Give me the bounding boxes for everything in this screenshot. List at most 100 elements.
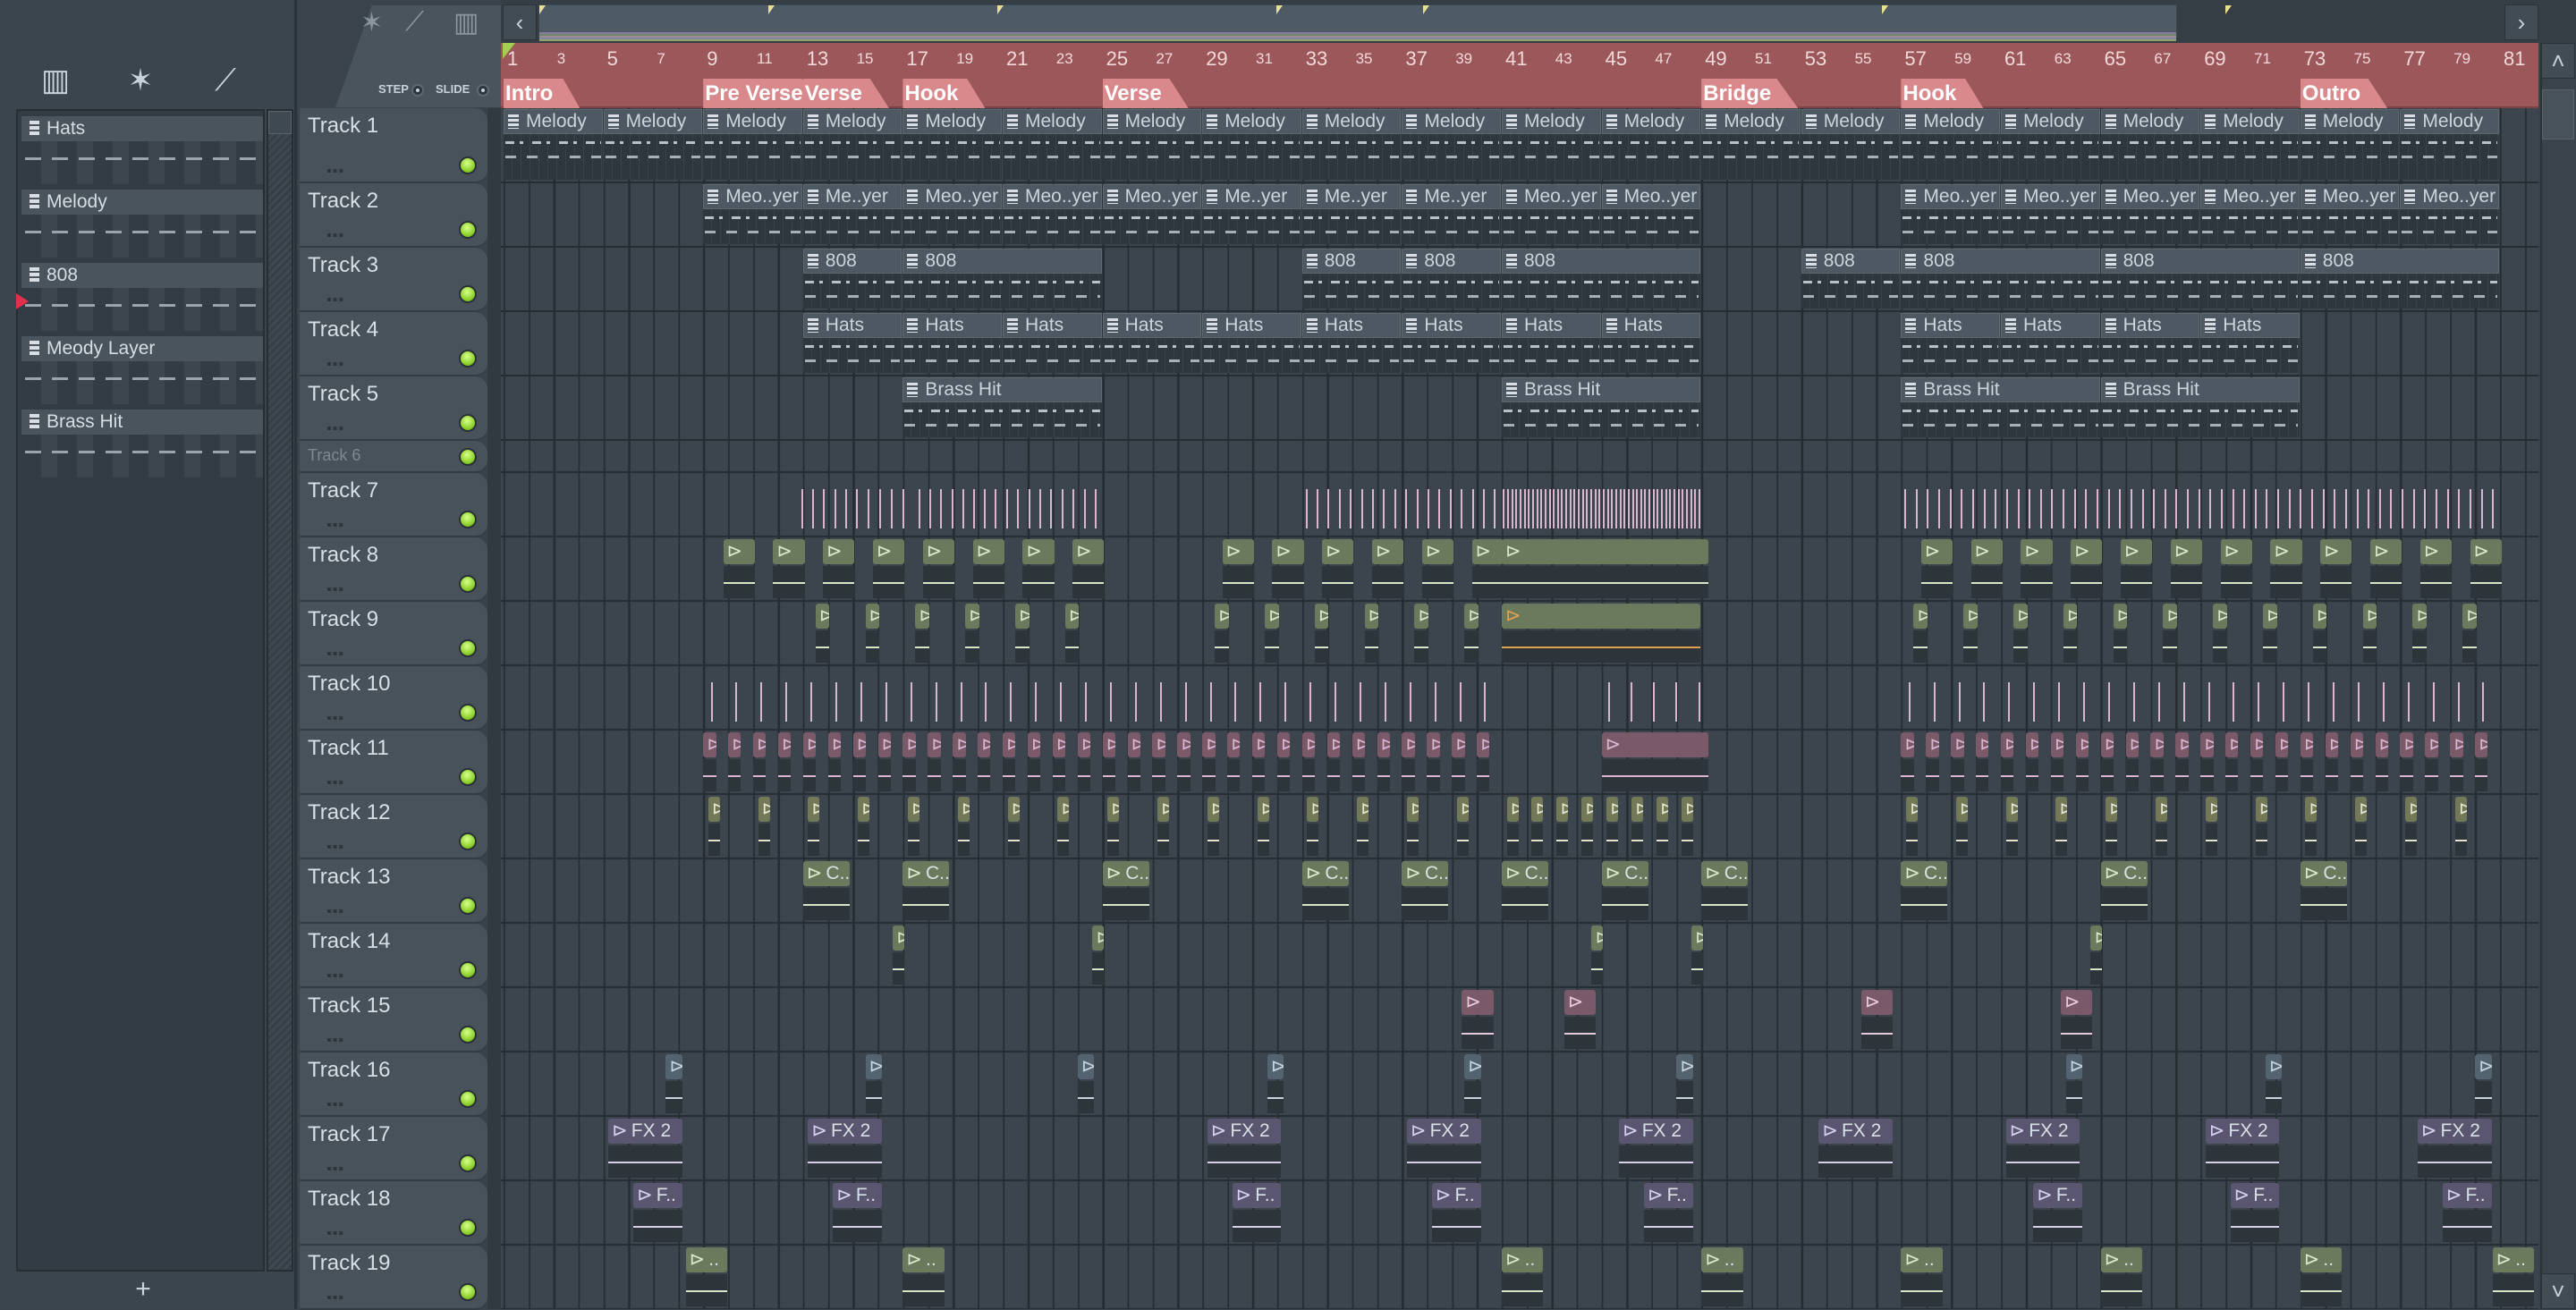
track-options-icon[interactable]: ▪▪▪ xyxy=(326,711,344,727)
audio-clip[interactable]: ⊳ xyxy=(1057,797,1070,858)
audio-clip[interactable]: ⊳ xyxy=(2025,732,2039,793)
audio-clip[interactable]: ⊳ xyxy=(1127,732,1140,793)
pattern-clip[interactable]: Melody xyxy=(1502,109,1601,182)
audio-clip[interactable]: ⊳ xyxy=(2300,732,2314,793)
track-name[interactable]: Track 6 xyxy=(308,446,360,465)
track-mute-led[interactable] xyxy=(459,221,477,239)
audio-clip[interactable]: ⊳ xyxy=(2369,539,2402,600)
audio-clip[interactable]: ⊳ FX 2 xyxy=(1818,1119,1894,1179)
section-marker[interactable]: Bridge xyxy=(1701,79,1799,108)
audio-clip[interactable]: ⊳ xyxy=(708,797,720,858)
track-name[interactable]: Track 5 xyxy=(308,382,378,407)
vertical-scrollbar[interactable] xyxy=(2540,43,2576,1309)
audio-clip[interactable]: ⊳ F.. xyxy=(1644,1183,1693,1244)
audio-clip[interactable]: ⊳ xyxy=(2071,539,2103,600)
track-options-icon[interactable]: ▪▪▪ xyxy=(326,647,344,663)
audio-clip[interactable]: ⊳ FX 2 xyxy=(2205,1119,2280,1179)
pattern-clip[interactable]: Melody xyxy=(1102,109,1202,182)
audio-clip[interactable]: ⊳ F.. xyxy=(633,1183,682,1244)
audio-clip[interactable]: ⊳ xyxy=(2400,732,2413,793)
pattern-clip[interactable]: Meo..yer xyxy=(2200,184,2300,246)
track-mute-led[interactable] xyxy=(459,639,477,657)
pattern-clip[interactable]: Meo..yer xyxy=(1102,184,1202,246)
track-options-icon[interactable]: ▪▪▪ xyxy=(326,840,344,856)
pattern-item[interactable]: 808 xyxy=(16,263,263,333)
audio-clip[interactable]: ⊳ C.. xyxy=(802,861,850,922)
audio-clip[interactable]: ⊳ xyxy=(2255,797,2267,858)
audio-clip[interactable]: ⊳ xyxy=(1951,732,1964,793)
section-marker[interactable]: Hook xyxy=(902,79,986,108)
audio-clip[interactable]: ⊳ xyxy=(907,797,919,858)
pattern-clip[interactable]: Melody xyxy=(2400,109,2499,182)
audio-clip[interactable]: ⊳ xyxy=(965,604,979,664)
track-name[interactable]: Track 7 xyxy=(308,478,378,503)
pattern-clip[interactable]: 808 xyxy=(802,249,902,310)
audio-clip[interactable]: ⊳ xyxy=(1502,604,1701,664)
section-marker[interactable]: Verse xyxy=(802,79,889,108)
audio-clip[interactable]: ⊳ xyxy=(1502,539,1708,600)
audio-clip[interactable]: ⊳ xyxy=(2106,797,2118,858)
pattern-clip[interactable]: Me..yer xyxy=(1202,184,1301,246)
audio-clip[interactable]: ⊳ xyxy=(1007,797,1020,858)
audio-clip[interactable]: ⊳ C.. xyxy=(902,861,950,922)
track-header[interactable]: Track 10 ▪▪▪ xyxy=(300,666,487,731)
audio-clip[interactable]: ⊳.. xyxy=(2100,1247,2143,1308)
audio-clip[interactable]: ⊳ xyxy=(1452,732,1465,793)
audio-clip[interactable]: ⊳ C.. xyxy=(1402,861,1449,922)
track-name[interactable]: Track 17 xyxy=(308,1122,390,1147)
audio-clip[interactable]: ⊳ xyxy=(1976,732,1989,793)
audio-clip[interactable]: ⊳ xyxy=(728,732,741,793)
pattern-clip[interactable]: Hats xyxy=(1301,313,1402,375)
audio-clip[interactable]: ⊳ xyxy=(1322,539,1354,600)
track-mute-led[interactable] xyxy=(459,1154,477,1172)
section-marker[interactable]: Intro xyxy=(504,79,580,108)
audio-clip[interactable]: ⊳ xyxy=(2325,732,2339,793)
audio-clip[interactable]: ⊳ F.. xyxy=(2033,1183,2083,1244)
pattern-item[interactable]: Melody xyxy=(21,190,263,259)
audio-clip[interactable]: ⊳ xyxy=(2462,604,2477,664)
pattern-clip[interactable]: 808 xyxy=(1901,249,2100,310)
waveform-icon[interactable]: ✶ xyxy=(121,63,160,98)
track-mute-led[interactable] xyxy=(459,1090,477,1108)
audio-clip[interactable]: ⊳ xyxy=(1462,990,1494,1051)
audio-clip[interactable]: ⊳ xyxy=(1257,797,1269,858)
audio-clip[interactable]: ⊳ xyxy=(1681,797,1693,858)
audio-clip[interactable]: ⊳ xyxy=(2475,732,2488,793)
audio-clip[interactable]: ⊳ xyxy=(1926,732,1939,793)
audio-clip[interactable]: ⊳ FX 2 xyxy=(1619,1119,1693,1179)
audio-clip[interactable]: ⊳ xyxy=(1963,604,1978,664)
audio-clip[interactable]: ⊳ xyxy=(1477,732,1490,793)
track-options-icon[interactable]: ▪▪▪ xyxy=(326,421,344,437)
audio-clip[interactable]: ⊳ xyxy=(2450,732,2463,793)
track-mute-led[interactable] xyxy=(459,832,477,850)
pattern-clip[interactable]: Hats xyxy=(1901,313,2000,375)
audio-clip[interactable]: ⊳ xyxy=(1202,732,1216,793)
pattern-clip[interactable]: Melody xyxy=(603,109,703,182)
audio-clip[interactable]: ⊳ xyxy=(1421,539,1453,600)
pattern-clip[interactable]: Hats xyxy=(1102,313,1202,375)
audio-clip[interactable]: ⊳ C.. xyxy=(2100,861,2148,922)
audio-clip[interactable]: ⊳ xyxy=(2470,539,2502,600)
track-options-icon[interactable]: ▪▪▪ xyxy=(326,775,344,791)
audio-clip[interactable]: ⊳ xyxy=(665,1054,682,1115)
audio-clip[interactable]: ⊳ xyxy=(957,797,970,858)
track-options-icon[interactable]: ▪▪▪ xyxy=(326,228,344,244)
audio-clip[interactable]: ⊳ xyxy=(1102,732,1115,793)
pattern-clip[interactable]: Melody xyxy=(1801,109,1901,182)
track-header[interactable]: Track 5 ▪▪▪ xyxy=(300,376,487,441)
audio-clip[interactable]: ⊳ xyxy=(802,732,817,793)
audio-clip[interactable]: ⊳ xyxy=(1207,797,1219,858)
audio-clip[interactable]: ⊳ xyxy=(1092,925,1105,986)
pattern-clip[interactable]: Hats xyxy=(802,313,902,375)
audio-clip[interactable]: ⊳ xyxy=(2075,732,2089,793)
audio-clip[interactable]: ⊳ xyxy=(1003,732,1016,793)
audio-clip[interactable]: ⊳ xyxy=(703,732,716,793)
track-mute-led[interactable] xyxy=(459,511,477,528)
pattern-clip[interactable]: Brass Hit xyxy=(2100,377,2300,439)
track-header[interactable]: Track 18 ▪▪▪ xyxy=(300,1181,487,1246)
track-header[interactable]: Track 1 ▪▪▪ xyxy=(300,108,487,183)
audio-clip[interactable]: ⊳ FX 2 xyxy=(2005,1119,2080,1179)
pattern-clip[interactable]: Meo..yer xyxy=(2100,184,2200,246)
pattern-clip[interactable]: Melody xyxy=(2100,109,2200,182)
pattern-clip[interactable]: Hats xyxy=(1202,313,1301,375)
